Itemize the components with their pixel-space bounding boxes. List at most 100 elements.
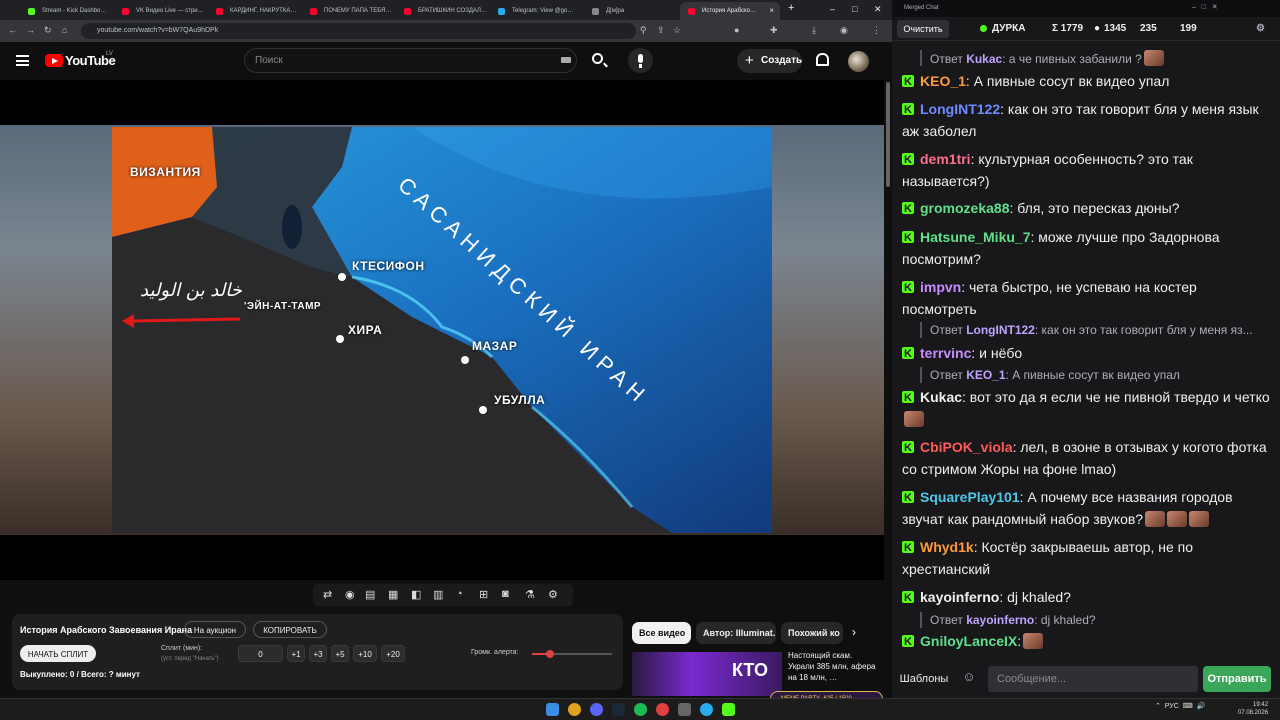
downloads-icon[interactable]: ⤓ [812,25,816,36]
loop-icon[interactable]: ⇄ [323,588,332,601]
chip-similar[interactable]: Похожий ко [781,622,843,644]
menu-dots-icon[interactable]: ⋮ [872,25,881,36]
search-button[interactable] [582,49,615,72]
reload-icon[interactable]: ↻ [44,25,52,36]
chat-username[interactable]: CbiPOK_viola [920,439,1013,455]
video-player[interactable]: ВИЗАНТИЯ КТЕСИФОН ХИРА МАЗАР УБУЛЛА 'ЭЙН… [0,80,884,580]
extensions-puzzle-icon[interactable]: ✚ [770,25,778,36]
youtube-logo-icon[interactable] [45,54,63,67]
add-icon[interactable]: ⊞ [479,588,488,601]
kick-icon[interactable] [722,703,735,716]
telegram-icon[interactable] [700,703,713,716]
scrollbar-thumb[interactable] [886,82,890,187]
auction-button[interactable]: На аукцион [184,621,246,638]
chat-username[interactable]: LongINT122 [920,101,1000,117]
copy-button[interactable]: КОПИРОВАТЬ [253,621,327,638]
increment-10-button[interactable]: +10 [353,645,377,662]
chat-username[interactable]: dem1tri [920,151,971,167]
avatar[interactable] [848,51,869,72]
keyboard-icon[interactable] [561,57,571,63]
reply-username[interactable]: kayoinferno [966,613,1034,627]
increment-3-button[interactable]: +3 [309,645,327,662]
minimize-icon[interactable]: – [830,4,835,14]
increment-5-button[interactable]: +5 [331,645,349,662]
page-scrollbar[interactable] [884,80,892,580]
steam-icon[interactable] [612,703,625,716]
share-icon[interactable]: ⇪ [657,25,665,36]
screenshot-camera-icon[interactable]: ◙ [502,588,509,600]
increment-1-button[interactable]: +1 [287,645,305,662]
home-icon[interactable]: ⌂ [62,25,67,35]
reply-username[interactable]: LongINT122 [966,323,1035,337]
film-strip-icon[interactable]: ▥ [433,588,443,601]
split-minutes-input[interactable]: 0 [238,645,283,662]
chip-author[interactable]: Автор: Illuminat. [696,622,776,644]
url-field[interactable]: youtube.com/watch?v=bW7QAu9hDPk [81,23,636,39]
maximize-icon[interactable]: □ [852,4,857,14]
cinema-icon[interactable]: ▦ [388,588,398,601]
bookmark-star-icon[interactable]: ☆ [673,25,681,36]
chat-username[interactable]: Hatsune_Miku_7 [920,229,1030,245]
start-windows-icon[interactable] [546,703,559,716]
forward-icon[interactable]: → [26,25,35,35]
chat-window-controls[interactable]: – □ ✕ [1192,3,1218,11]
emoji-icon[interactable]: ☺ [958,669,980,689]
recommended-video-title[interactable]: Настоящий скам. Украли 385 млн, афера на… [788,650,878,683]
chat-username[interactable]: Kukac [920,389,962,405]
alert-volume-slider[interactable] [532,650,612,658]
message-input[interactable]: Сообщение... [988,666,1198,692]
zoom-icon[interactable]: ⚲ [640,25,647,36]
discord-icon[interactable] [590,703,603,716]
app-icon[interactable] [678,703,691,716]
notifications-bell-icon[interactable] [816,53,829,66]
increment-20-button[interactable]: +20 [381,645,405,662]
send-button[interactable]: Отправить [1203,666,1271,692]
browser-tab[interactable]: Telegram: View @go… [490,2,584,20]
speed-gauge-icon[interactable]: ◔ [456,588,463,600]
video-thumbnail[interactable]: КТО [632,652,782,696]
templates-button[interactable]: Шаблоны [898,669,950,689]
menu-hamburger-icon[interactable] [16,55,29,66]
chat-username[interactable]: GniloyLanceIX [920,633,1017,649]
close-tab-icon[interactable]: × [769,6,774,15]
profile-icon[interactable]: ◉ [840,25,848,36]
spotify-icon[interactable] [634,703,647,716]
new-tab-icon[interactable]: + [788,2,794,14]
extension-icon[interactable]: ● [734,25,739,35]
flask-icon[interactable]: ⚗ [525,588,535,601]
search-input[interactable]: Поиск [244,48,577,73]
close-window-icon[interactable]: ✕ [874,4,882,15]
chat-username[interactable]: Whyd1k [920,539,974,555]
back-icon[interactable]: ← [8,25,17,35]
obs-icon[interactable] [656,703,669,716]
voice-search-mic-icon[interactable] [628,48,653,73]
chat-username[interactable]: KEO_1 [920,73,966,89]
clear-chat-button[interactable]: Очистить [897,20,949,38]
chevron-right-icon[interactable]: › [852,625,856,639]
browser-tab[interactable]: БРАТИШКИН СОЗДАЛ… [396,2,490,20]
chat-username[interactable]: SquarePlay101 [920,489,1020,505]
alert-volume-thumb[interactable] [546,650,554,658]
picture-in-picture-icon[interactable]: ◧ [411,588,421,601]
browser-tab-active[interactable]: История Арабско… × [680,2,780,20]
chip-all-videos[interactable]: Все видео [632,622,691,644]
clock[interactable]: 19:42 07.08.2026 [1238,701,1268,717]
create-button[interactable]: + Создать [737,49,802,73]
reply-username[interactable]: KEO_1 [966,368,1005,382]
start-split-button[interactable]: НАЧАТЬ СПЛИТ [20,645,96,662]
reply-username[interactable]: Kukac [966,52,1002,66]
audio-boost-icon[interactable]: ◉ [345,588,355,601]
chat-username[interactable]: kayoinferno [920,589,999,605]
chrome-icon[interactable] [568,703,581,716]
chat-settings-gear-icon[interactable]: ⚙ [1256,23,1265,34]
chat-username[interactable]: gromozeka88 [920,200,1009,216]
browser-tab[interactable]: Stream - Kick Dashbo… [20,2,114,20]
system-tray[interactable]: ⌃ РУС ⌨ 🔊 [1155,702,1205,710]
gear-icon[interactable]: ⚙ [548,588,558,601]
playback-settings-icon[interactable]: ▤ [365,588,375,601]
browser-tab[interactable]: VK Видео Live — стри… [114,2,208,20]
browser-tab[interactable]: КАРДИНГ, НАКРУТКА… [208,2,302,20]
browser-tab[interactable]: Д[м]ра [584,2,678,20]
chat-username[interactable]: impvn [920,279,961,295]
browser-tab[interactable]: ПОЧЕМУ ПАПА ТЕБЯ… [302,2,396,20]
